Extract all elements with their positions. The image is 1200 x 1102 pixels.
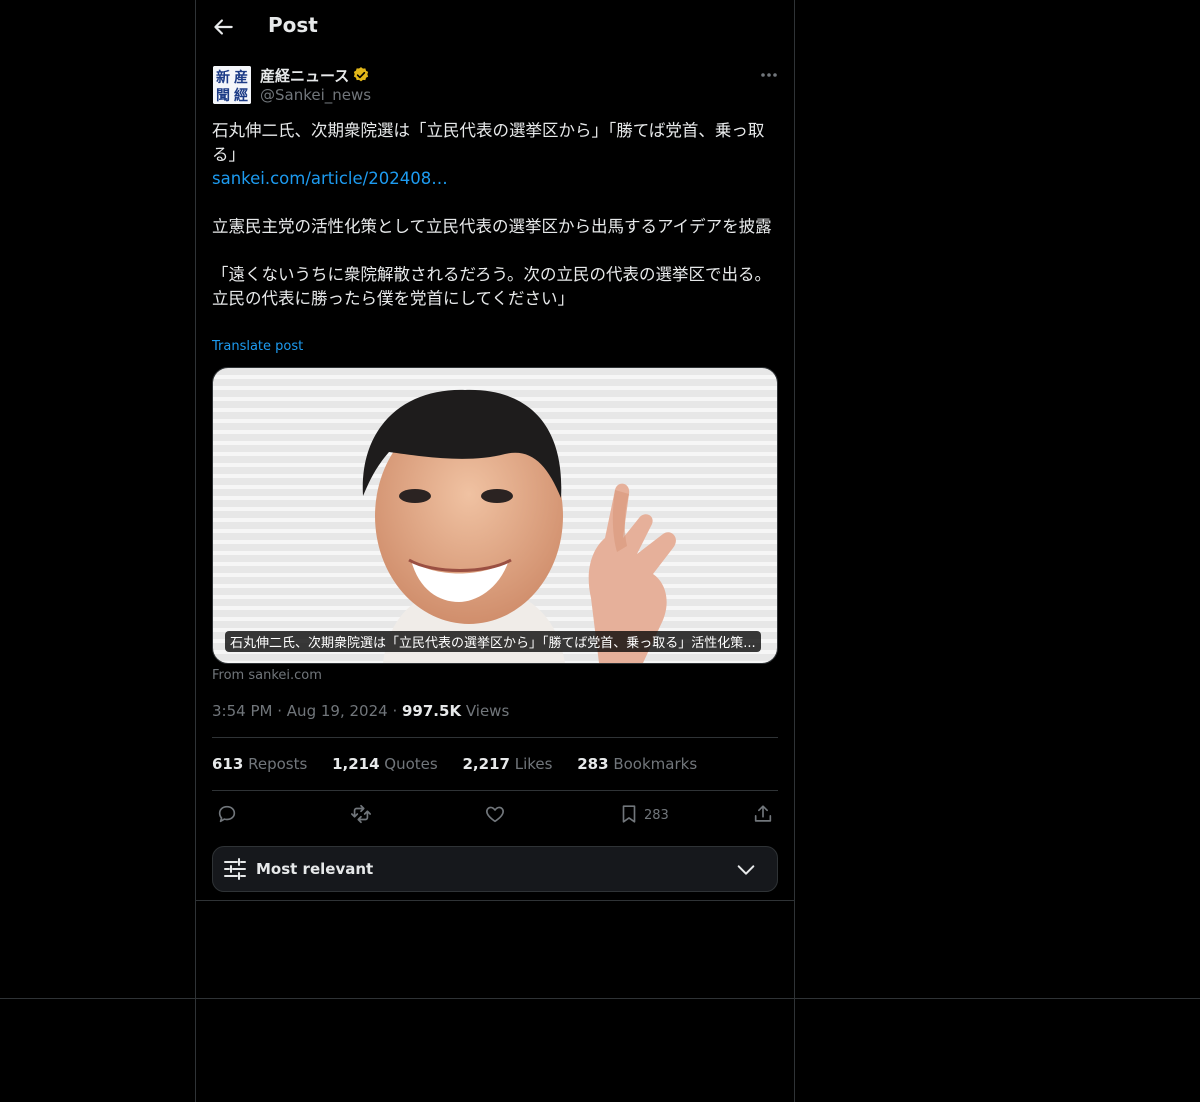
svg-text:經: 經: [234, 87, 248, 104]
sliders-icon: [224, 858, 246, 880]
post-meta: 3:54 PM · Aug 19, 2024 · 997.5K Views: [212, 702, 509, 720]
reply-button[interactable]: [216, 803, 238, 829]
post-headline: 石丸伸二氏、次期衆院選は「立民代表の選挙区から」「勝てば党首、乗っ取る」: [212, 121, 765, 164]
page-title: Post: [268, 13, 318, 37]
link-card[interactable]: 石丸伸二氏、次期衆院選は「立民代表の選挙区から」「勝てば党首、乗っ取る」活性化策…: [212, 367, 778, 664]
reply-icon: [218, 805, 236, 823]
divider: [0, 998, 1200, 999]
quotes-stat[interactable]: 1,214 Quotes: [332, 755, 438, 773]
more-icon: [761, 73, 777, 77]
divider: [212, 737, 778, 738]
divider: [212, 790, 778, 791]
chevron-down-icon: [737, 865, 755, 875]
more-options-button[interactable]: [758, 67, 780, 83]
card-caption: 石丸伸二氏、次期衆院選は「立民代表の選挙区から」「勝てば党首、乗っ取る」活性化策…: [225, 631, 761, 652]
avatar[interactable]: 産 經 新 聞: [213, 66, 251, 104]
article-link[interactable]: sankei.com/article/202408…: [212, 169, 448, 188]
bookmark-icon: [622, 805, 636, 823]
share-icon: [754, 805, 772, 822]
author-handle[interactable]: @Sankei_news: [260, 86, 371, 104]
post-time[interactable]: 3:54 PM: [212, 702, 272, 720]
svg-text:聞: 聞: [216, 88, 230, 104]
card-image: [213, 368, 777, 663]
like-button[interactable]: [484, 803, 506, 829]
repost-icon: [351, 804, 371, 824]
post-paragraph: 立憲民主党の活性化策として立民代表の選挙区から出馬するアイデアを披露: [212, 217, 772, 236]
bookmarks-stat[interactable]: 283 Bookmarks: [577, 755, 697, 773]
post-text: 石丸伸二氏、次期衆院選は「立民代表の選挙区から」「勝てば党首、乗っ取る」 san…: [212, 119, 780, 311]
repost-button[interactable]: [350, 803, 372, 829]
verified-badge-icon: [353, 67, 369, 82]
back-button[interactable]: [210, 14, 236, 40]
sort-replies-dropdown[interactable]: Most relevant: [212, 846, 778, 892]
svg-text:産: 産: [234, 69, 248, 86]
post-quote: 「遠くないうちに衆院解散されるだろう。次の立民の代表の選挙区で出る。立民の代表に…: [212, 265, 772, 308]
back-arrow-icon: [214, 19, 233, 35]
card-source: From sankei.com: [212, 668, 322, 683]
top-bar: Post: [196, 0, 794, 54]
divider: [195, 900, 795, 901]
translate-post-link[interactable]: Translate post: [212, 339, 303, 354]
bookmark-count: 283: [644, 808, 669, 823]
views-label: Views: [465, 702, 510, 720]
engagement-stats: 613 Reposts 1,214 Quotes 2,217 Likes 283…: [212, 755, 717, 773]
meta-separator: ·: [392, 702, 398, 720]
meta-separator: ·: [277, 702, 283, 720]
reposts-stat[interactable]: 613 Reposts: [212, 755, 307, 773]
svg-text:新: 新: [216, 69, 230, 86]
sankei-logo-icon: 産 經 新 聞: [213, 66, 251, 104]
post-date[interactable]: Aug 19, 2024: [287, 702, 388, 720]
bookmark-button[interactable]: [618, 803, 640, 829]
views-count: 997.5K: [402, 702, 462, 720]
sort-label: Most relevant: [256, 860, 374, 878]
likes-stat[interactable]: 2,217 Likes: [463, 755, 553, 773]
share-button[interactable]: [752, 803, 774, 829]
like-icon: [486, 806, 504, 823]
author-name[interactable]: 産経ニュース: [260, 65, 349, 86]
main-column: Post 産 經 新 聞 産経ニュース @Sankei_news 石丸伸二氏、次…: [195, 0, 795, 1102]
